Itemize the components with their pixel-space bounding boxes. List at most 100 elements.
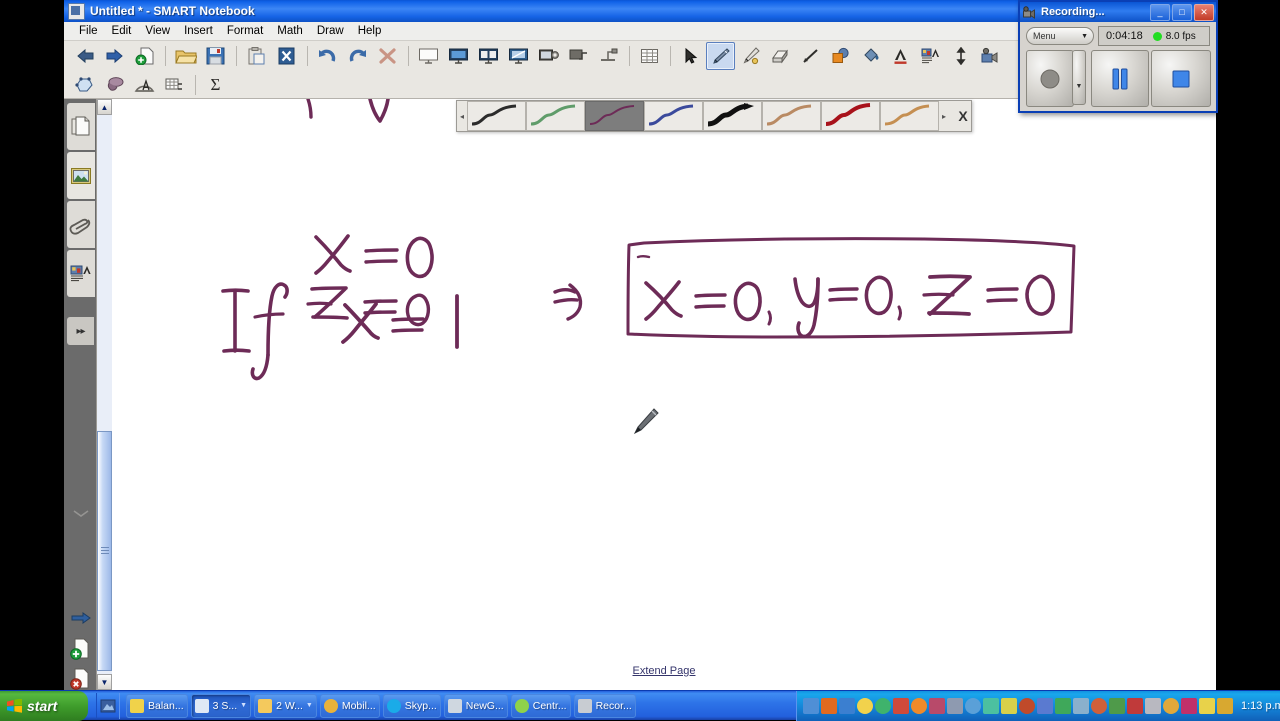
taskbar-item-balance[interactable]: Balan...: [126, 693, 188, 718]
recorder-minimize-button[interactable]: _: [1150, 3, 1170, 21]
start-button[interactable]: start: [0, 690, 88, 721]
taskbar-item-centre[interactable]: Centr...: [510, 693, 571, 718]
tray-icon-4[interactable]: [857, 698, 873, 714]
tray-icon-10[interactable]: [965, 698, 981, 714]
delete-icon[interactable]: [373, 42, 402, 70]
recorder-maximize-button[interactable]: □: [1172, 3, 1192, 21]
recorder-menu-dropdown[interactable]: Menu ▼: [1026, 27, 1094, 45]
eraser-icon[interactable]: [766, 42, 795, 70]
stop-button[interactable]: [1151, 50, 1211, 107]
gallery-tab[interactable]: [67, 152, 95, 199]
menu-file[interactable]: File: [72, 23, 105, 39]
tray-icon-14[interactable]: [1037, 698, 1053, 714]
shape-pen-icon[interactable]: [70, 71, 99, 99]
recorder-icon[interactable]: [976, 42, 1005, 70]
table-insert-icon[interactable]: [160, 71, 189, 99]
math-sigma-icon[interactable]: Σ: [201, 71, 230, 99]
canvas-vertical-scrollbar[interactable]: ▲ ▼: [96, 99, 112, 690]
notebook-canvas[interactable]: Extend Page: [112, 99, 1216, 690]
tray-icon-9[interactable]: [947, 698, 963, 714]
palette-close-button[interactable]: X: [949, 101, 977, 131]
menu-draw[interactable]: Draw: [310, 23, 351, 39]
tray-icon-23[interactable]: [1199, 698, 1215, 714]
properties-tab[interactable]: [67, 250, 95, 297]
tray-icon-2[interactable]: [821, 698, 837, 714]
line-icon[interactable]: [796, 42, 825, 70]
record-button[interactable]: [1026, 50, 1074, 107]
tray-icon-6[interactable]: [893, 698, 909, 714]
taskbar-item-recorder[interactable]: Recor...: [573, 693, 636, 718]
pause-button[interactable]: [1091, 50, 1149, 107]
undo-icon[interactable]: [313, 42, 342, 70]
scroll-down-button[interactable]: ▼: [97, 674, 112, 690]
measurement-tools-icon[interactable]: [130, 71, 159, 99]
next-page-icon[interactable]: [100, 42, 129, 70]
select-icon[interactable]: [676, 42, 705, 70]
swatch-red[interactable]: [821, 101, 880, 131]
taskbar-item-windows-explorer[interactable]: 2 W... ▼: [254, 693, 317, 718]
transparent-background-icon[interactable]: [504, 42, 533, 70]
sidebar-collapse-button[interactable]: ▸▸: [67, 317, 94, 345]
document-camera-icon[interactable]: [594, 42, 623, 70]
tray-icon-1[interactable]: [803, 698, 819, 714]
chevron-down-icon[interactable]: ▼: [306, 702, 313, 709]
paste-icon[interactable]: [242, 42, 271, 70]
palette-prev-icon[interactable]: ◂: [457, 101, 467, 131]
add-page-icon[interactable]: [130, 42, 159, 70]
swatch-black-thick[interactable]: [703, 101, 762, 131]
fill-icon[interactable]: [856, 42, 885, 70]
taskbar-item-newgen[interactable]: NewG...: [443, 693, 508, 718]
undo-clear-icon[interactable]: [272, 42, 301, 70]
previous-page-icon[interactable]: [70, 42, 99, 70]
swatch-black-thin[interactable]: [467, 101, 526, 131]
redo-icon[interactable]: [343, 42, 372, 70]
tray-icon-22[interactable]: [1181, 698, 1197, 714]
swatch-green[interactable]: [526, 101, 585, 131]
scrollbar-thumb[interactable]: [97, 431, 112, 671]
tray-icon-8[interactable]: [929, 698, 945, 714]
taskbar-clock[interactable]: 1:13 p.m.: [1241, 700, 1280, 712]
open-file-icon[interactable]: [171, 42, 200, 70]
menu-math[interactable]: Math: [270, 23, 310, 39]
tray-icon-17[interactable]: [1091, 698, 1107, 714]
tray-icon-15[interactable]: [1055, 698, 1071, 714]
text-color-icon[interactable]: [886, 42, 915, 70]
palette-next-icon[interactable]: ▸: [939, 101, 949, 131]
menu-insert[interactable]: Insert: [177, 23, 220, 39]
screen-capture-icon[interactable]: [534, 42, 563, 70]
pen-style-palette[interactable]: ◂ ▸ X: [456, 100, 972, 132]
taskbar-item-skype[interactable]: Skyp...: [382, 693, 441, 718]
swatch-purple[interactable]: [585, 101, 644, 131]
tray-icon-18[interactable]: [1109, 698, 1125, 714]
tray-icon-13[interactable]: [1019, 698, 1035, 714]
tray-icon-7[interactable]: [911, 698, 927, 714]
shapes-icon[interactable]: [826, 42, 855, 70]
move-icon[interactable]: [946, 42, 975, 70]
tray-icon-12[interactable]: [1001, 698, 1017, 714]
tray-icon-21[interactable]: [1163, 698, 1179, 714]
page-sorter-tab[interactable]: [67, 103, 95, 150]
taskbar-item-mobile[interactable]: Mobil...: [319, 693, 380, 718]
tray-icon-19[interactable]: [1127, 698, 1143, 714]
swatch-blue[interactable]: [644, 101, 703, 131]
auto-hide-pin-icon[interactable]: [68, 605, 94, 631]
table-icon[interactable]: [635, 42, 664, 70]
creative-pen-icon[interactable]: [736, 42, 765, 70]
menu-view[interactable]: View: [138, 23, 177, 39]
sidebar-resize-grip[interactable]: [68, 500, 94, 526]
tray-icon-16[interactable]: [1073, 698, 1089, 714]
menu-edit[interactable]: Edit: [105, 23, 139, 39]
dual-page-icon[interactable]: [474, 42, 503, 70]
screen-shade-icon[interactable]: [414, 42, 443, 70]
recorder-close-button[interactable]: ✕: [1194, 3, 1214, 21]
full-screen-icon[interactable]: [444, 42, 473, 70]
swatch-tan[interactable]: [762, 101, 821, 131]
save-icon[interactable]: [201, 42, 230, 70]
extend-page-label[interactable]: Extend Page: [633, 665, 696, 677]
attachments-tab[interactable]: [67, 201, 95, 248]
record-options-button[interactable]: ▼: [1072, 50, 1086, 105]
text-properties-icon[interactable]: [916, 42, 945, 70]
tray-icon-11[interactable]: [983, 698, 999, 714]
tray-icon-3[interactable]: [839, 698, 855, 714]
swatch-orange[interactable]: [880, 101, 939, 131]
